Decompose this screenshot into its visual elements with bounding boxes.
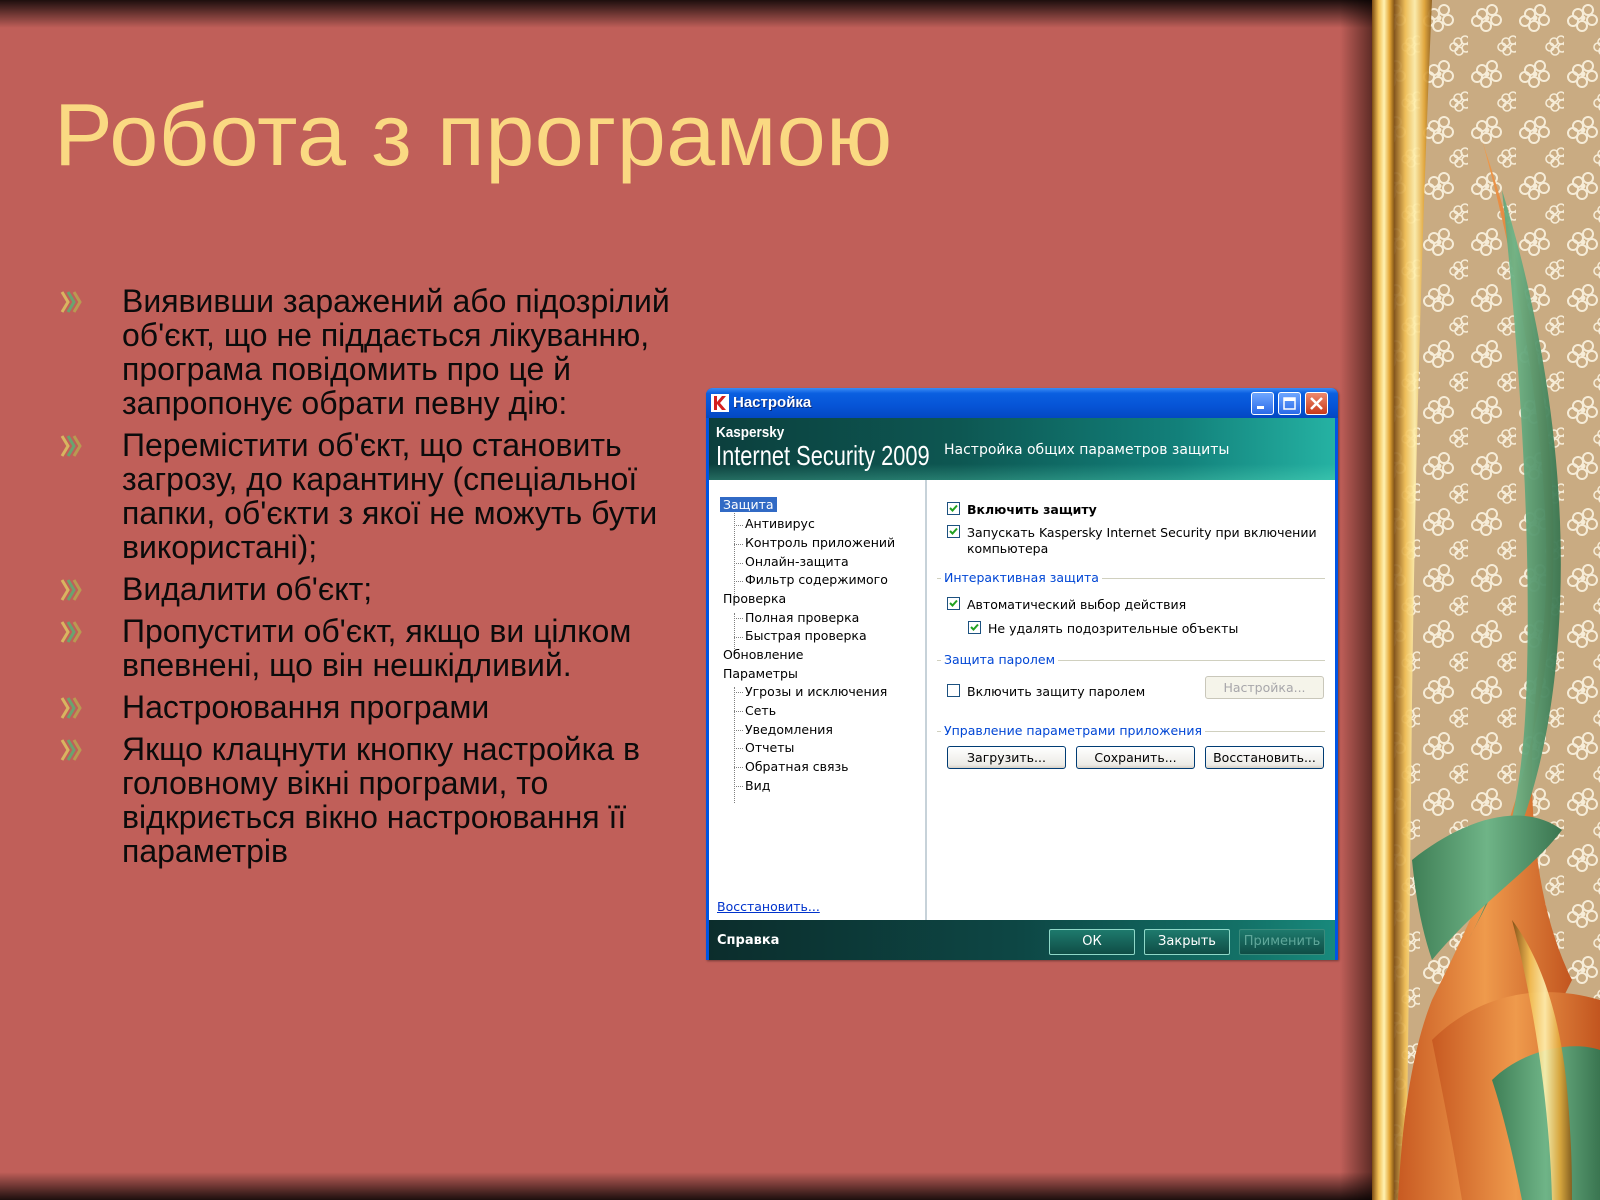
slide: Робота з програмою Виявивши заражений аб…: [0, 0, 1600, 1200]
bullet-item: Настроювання програми: [60, 690, 680, 724]
tree-guide: [734, 767, 743, 768]
auto-action-label: Автоматический выбор действия: [967, 597, 1187, 612]
bullet-icon: [60, 291, 82, 313]
tree-guide: [734, 692, 743, 693]
autostart-label-continued: компьютера: [967, 541, 1049, 556]
tree-guide: [734, 525, 743, 526]
tree-guide: [734, 502, 735, 600]
tree-item-protection[interactable]: Защита: [720, 497, 777, 512]
tree-item-view[interactable]: Вид: [745, 778, 770, 793]
tree-item-quick-scan[interactable]: Быстрая проверка: [745, 628, 867, 643]
save-settings-button[interactable]: Сохранить...: [1076, 746, 1195, 769]
keep-suspicious-label: Не удалять подозрительные объекты: [988, 621, 1239, 636]
load-settings-button[interactable]: Загрузить...: [947, 746, 1066, 769]
tree-guide: [734, 711, 743, 712]
checkmark-icon: [949, 599, 958, 607]
product-name: Internet Security 2009: [716, 440, 930, 471]
restore-defaults-link[interactable]: Восстановить...: [717, 899, 820, 914]
restore-settings-button[interactable]: Восстановить...: [1205, 746, 1324, 769]
password-protection-label: Включить защиту паролем: [967, 684, 1146, 699]
bullet-icon: [60, 739, 82, 761]
bullet-text: Перемістити об'єкт, що становить загрозу…: [122, 427, 658, 565]
bullet-text: Настроювання програми: [122, 689, 490, 725]
tree-guide: [734, 637, 743, 638]
password-settings-button[interactable]: Настройка...: [1205, 676, 1324, 699]
settings-panel: Включить защиту Запускать Kaspersky Inte…: [927, 480, 1335, 920]
tree-guide: [734, 748, 743, 749]
maximize-button[interactable]: [1278, 392, 1301, 415]
autostart-checkbox[interactable]: [947, 525, 960, 538]
tree-item-antivirus[interactable]: Антивирус: [745, 516, 815, 531]
bullet-icon: [60, 435, 82, 457]
tree-item-threats-exclusions[interactable]: Угрозы и исключения: [745, 684, 887, 699]
window-titlebar[interactable]: Настройка: [706, 388, 1338, 418]
tree-item-online-protection[interactable]: Онлайн-защита: [745, 554, 849, 569]
bullet-item: Якщо клацнути кнопку настройка в головно…: [60, 732, 680, 868]
auto-action-checkbox[interactable]: [947, 597, 960, 610]
tree-guide: [734, 730, 743, 731]
window-title: Настройка: [733, 394, 812, 411]
kaspersky-logo-icon: [711, 394, 729, 412]
checkmark-icon: [949, 527, 958, 535]
bullet-icon: [60, 697, 82, 719]
brand-name: Kaspersky: [716, 424, 785, 441]
tree-item-full-scan[interactable]: Полная проверка: [745, 610, 859, 625]
apply-button[interactable]: Применить: [1239, 929, 1325, 955]
bullet-icon: [60, 621, 82, 643]
app-settings-group-label: Управление параметрами приложения: [941, 723, 1205, 738]
tree-item-reports[interactable]: Отчеты: [745, 740, 794, 755]
settings-window: Настройка Kaspersky Internet Security 20…: [706, 388, 1338, 960]
bullet-item: Пропустити об'єкт, якщо ви цілком впевне…: [60, 614, 680, 682]
password-protection-group-label: Защита паролем: [941, 652, 1059, 667]
help-link[interactable]: Справка: [717, 933, 779, 948]
close-window-button[interactable]: [1305, 392, 1328, 415]
tree-guide: [734, 618, 743, 619]
minimize-button[interactable]: [1251, 392, 1274, 415]
tree-item-content-filter[interactable]: Фильтр содержимого: [745, 572, 888, 587]
tree-guide: [734, 581, 743, 582]
password-protection-checkbox[interactable]: [947, 684, 960, 697]
close-button[interactable]: Закрыть: [1144, 929, 1230, 955]
window-footer: Справка ОК Закрыть Применить: [709, 920, 1335, 960]
tree-guide: [734, 786, 743, 787]
bullet-item: Перемістити об'єкт, що становить загрозу…: [60, 428, 680, 564]
bullet-text: Пропустити об'єкт, якщо ви цілком впевне…: [122, 613, 632, 683]
tree-item-feedback[interactable]: Обратная связь: [745, 759, 849, 774]
tree-item-scan[interactable]: Проверка: [723, 591, 786, 606]
ok-button[interactable]: ОК: [1049, 929, 1135, 955]
decorative-border-panel: [1372, 0, 1600, 1200]
bullet-text: Видалити об'єкт;: [122, 571, 373, 607]
keep-suspicious-checkbox[interactable]: [968, 621, 981, 634]
slide-title: Робота з програмою: [54, 85, 893, 184]
minimize-icon: [1257, 406, 1264, 409]
window-body: Kaspersky Internet Security 2009 Настрой…: [709, 418, 1335, 960]
enable-protection-label: Включить защиту: [967, 502, 1097, 517]
bullet-item: Виявивши заражений або підозрілий об'єкт…: [60, 284, 680, 420]
section-caption: Настройка общих параметров защиты: [944, 442, 1230, 458]
checkmark-icon: [949, 504, 958, 512]
tree-item-update[interactable]: Обновление: [723, 647, 803, 662]
bullet-list: Виявивши заражений або підозрілий об'єкт…: [60, 284, 680, 876]
bullet-text: Якщо клацнути кнопку настройка в головно…: [122, 731, 641, 869]
interactive-protection-group-label: Интерактивная защита: [941, 570, 1102, 585]
enable-protection-checkbox[interactable]: [947, 502, 960, 515]
tree-item-app-control[interactable]: Контроль приложений: [745, 535, 895, 550]
bullet-item: Видалити об'єкт;: [60, 572, 680, 606]
bullet-text: Виявивши заражений або підозрілий об'єкт…: [122, 283, 670, 421]
close-icon: [1310, 397, 1323, 410]
product-banner: Kaspersky Internet Security 2009 Настрой…: [709, 418, 1335, 480]
autostart-label: Запускать Kaspersky Internet Security пр…: [967, 525, 1317, 540]
checkmark-icon: [970, 623, 979, 631]
tree-guide: [734, 563, 743, 564]
tree-guide: [734, 544, 743, 545]
maximize-icon: [1283, 397, 1296, 410]
tree-item-parameters[interactable]: Параметры: [723, 666, 798, 681]
settings-tree: Защита Антивирус Контроль приложений Онл…: [709, 480, 927, 920]
tree-item-notifications[interactable]: Уведомления: [745, 722, 833, 737]
tree-item-network[interactable]: Сеть: [745, 703, 776, 718]
bullet-icon: [60, 579, 82, 601]
